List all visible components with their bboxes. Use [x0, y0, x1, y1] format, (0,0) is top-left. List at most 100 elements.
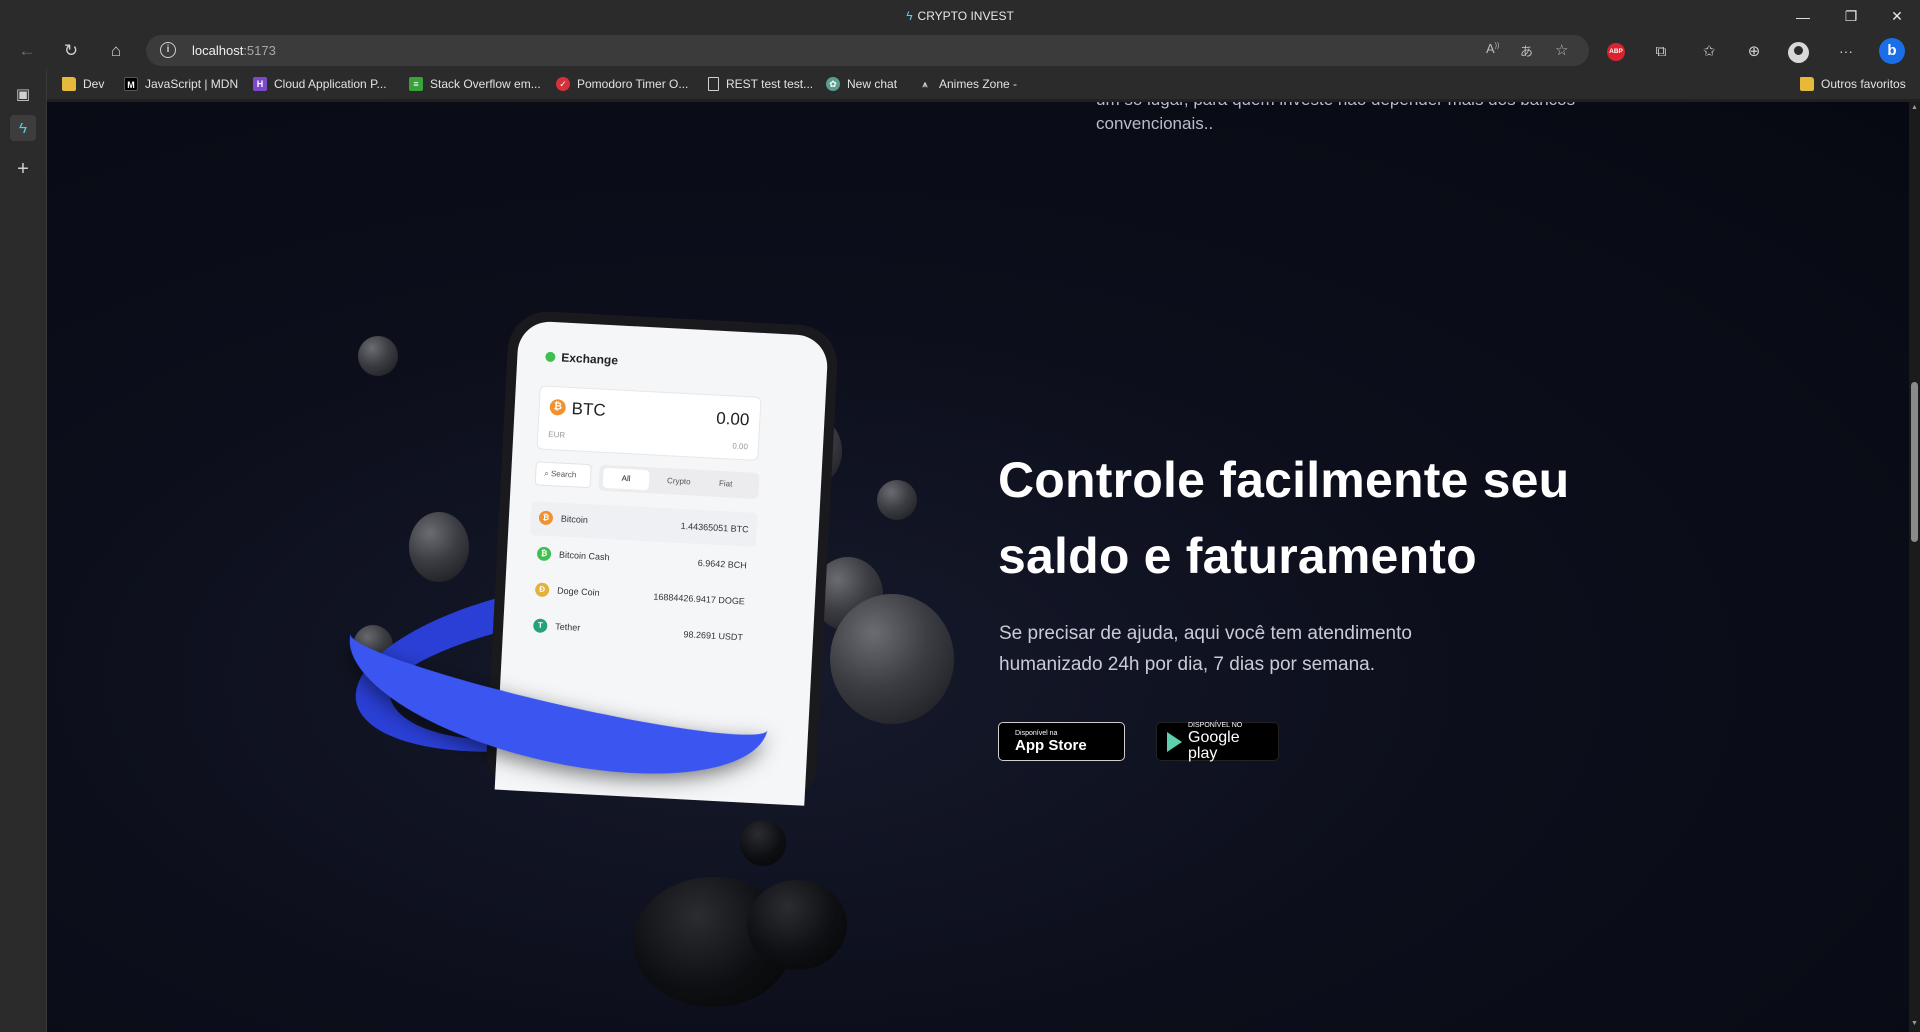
scroll-down-icon[interactable]: ▼: [1911, 1020, 1918, 1027]
mdn-icon: M: [124, 77, 138, 91]
floating-sphere: [813, 557, 883, 631]
scroll-up-icon[interactable]: ▲: [1911, 104, 1918, 111]
bitcoin-icon: ₿: [549, 398, 567, 416]
profile-icon[interactable]: [1788, 42, 1809, 63]
floating-sphere: [353, 625, 393, 667]
app-store-button[interactable]: Disponível na App Store: [998, 722, 1125, 761]
bookmark-cloud-app[interactable]: H Cloud Application P...: [253, 76, 387, 92]
coin-value: 98.2691 USDT: [683, 629, 744, 643]
stackoverflow-icon: ≡: [409, 77, 423, 91]
google-play-label: DISPONÍVEL NO Google play: [1188, 721, 1268, 762]
title-bar: ϟ CRYPTO INVEST — ❐ ✕: [0, 0, 1920, 33]
floating-sphere: [409, 512, 469, 582]
adblock-icon[interactable]: ABP: [1607, 43, 1625, 61]
extensions-icon[interactable]: ⧉: [1649, 39, 1673, 63]
document-icon: [708, 77, 719, 91]
bookmark-pomodoro[interactable]: ✓ Pomodoro Timer O...: [556, 76, 688, 92]
browser-toolbar: ← ↻ ⌂ i localhost:5173 A)) あ ☆ ABP ⧉ ✩ ⊕…: [0, 33, 1920, 69]
folder-icon: [1800, 77, 1814, 91]
floating-sphere: [778, 415, 842, 487]
dogecoin-icon: Ð: [534, 582, 550, 598]
bookmark-dev[interactable]: Dev: [62, 76, 104, 92]
read-aloud-icon[interactable]: A)): [1486, 41, 1499, 56]
scrollbar-thumb[interactable]: [1911, 382, 1918, 542]
collections-icon[interactable]: ⊕: [1742, 39, 1766, 63]
coin-value: 1.44365051 BTC: [680, 520, 749, 535]
balance-symbol: BTC: [571, 399, 607, 420]
phone-search: ⌕ Search: [534, 461, 592, 489]
tab-fiat: Fiat: [718, 478, 733, 489]
home-icon[interactable]: ⌂: [101, 37, 131, 65]
phone-screen: Exchange ₿ BTC 0.00 EUR 0.00 ⌕ Search Al…: [494, 320, 829, 806]
google-play-button[interactable]: DISPONÍVEL NO Google play: [1156, 721, 1279, 762]
floating-sphere: [740, 820, 786, 866]
balance-amount: 0.00: [715, 408, 750, 430]
window-title: ϟ CRYPTO INVEST: [0, 9, 1920, 23]
bookmark-animes-zone[interactable]: ⩚ Animes Zone -: [918, 76, 1017, 92]
pomodoro-icon: ✓: [556, 77, 570, 91]
info-icon[interactable]: i: [160, 42, 176, 58]
bookmark-label: Outros favoritos: [1821, 77, 1906, 91]
bookmark-label: New chat: [847, 77, 898, 91]
address-bar[interactable]: i localhost:5173 A)) あ ☆: [146, 35, 1589, 66]
add-favorite-icon[interactable]: ☆: [1555, 41, 1568, 59]
bookmark-stackoverflow[interactable]: ≡ Stack Overflow em...: [409, 76, 541, 92]
hero-subtitle: Se precisar de ajuda, aqui você tem aten…: [999, 623, 1412, 675]
exchange-logo-icon: [545, 351, 556, 363]
bookmark-other-favorites[interactable]: Outros favoritos: [1800, 76, 1906, 92]
tab-crypto-invest[interactable]: ϟ: [10, 115, 36, 141]
new-tab-icon[interactable]: +: [10, 156, 36, 182]
tether-icon: T: [532, 618, 548, 634]
floating-sphere: [830, 594, 954, 724]
bookmark-label: Animes Zone -: [939, 77, 1018, 91]
favorites-icon[interactable]: ✩: [1697, 39, 1721, 63]
bookmark-new-chat[interactable]: ✿ New chat: [826, 76, 897, 92]
coin-value: 16884426.9417 DOGE: [653, 591, 746, 607]
bookmark-label: JavaScript | MDN: [145, 77, 239, 91]
tab-crypto: Crypto: [666, 476, 691, 487]
phone-filter-tabs: All Crypto Fiat: [598, 464, 760, 499]
minimize-button[interactable]: —: [1780, 0, 1826, 33]
page-scrollbar[interactable]: ▲ ▼: [1909, 102, 1920, 1032]
phone-mockup: Exchange ₿ BTC 0.00 EUR 0.00 ⌕ Search Al…: [459, 309, 840, 898]
bookmark-label: REST test test...: [726, 77, 814, 91]
coin-name: Bitcoin: [560, 513, 589, 526]
heroku-icon: H: [253, 77, 267, 91]
bookmark-label: Stack Overflow em...: [430, 77, 541, 91]
restore-button[interactable]: ❐: [1828, 0, 1874, 33]
tab-actions-icon[interactable]: ▣: [10, 81, 36, 107]
balance-card: ₿ BTC 0.00 EUR 0.00: [536, 385, 762, 461]
coin-name: Bitcoin Cash: [558, 549, 610, 563]
app-store-big-text: App Store: [1015, 737, 1087, 754]
bookmark-label: Pomodoro Timer O...: [577, 77, 689, 91]
url-text[interactable]: localhost:5173: [192, 43, 276, 58]
coin-row: ₿ Bitcoin Cash 6.9642 BCH: [528, 537, 755, 583]
translate-icon[interactable]: あ: [1520, 41, 1533, 60]
bing-icon[interactable]: b: [1879, 38, 1905, 64]
coin-row: T Tether 98.2691 USDT: [524, 609, 751, 655]
google-play-big-text: Google play: [1188, 729, 1240, 762]
bookmark-rest-test[interactable]: REST test test...: [708, 76, 813, 92]
phone-body: Exchange ₿ BTC 0.00 EUR 0.00 ⌕ Search Al…: [484, 309, 840, 807]
google-play-icon: [1167, 731, 1182, 752]
coin-row: ₿ Bitcoin 1.44365051 BTC: [530, 501, 758, 547]
app-store-label: Disponível na App Store: [1015, 729, 1087, 754]
url-port: :5173: [243, 43, 276, 58]
refresh-icon[interactable]: ↻: [56, 37, 86, 65]
back-icon[interactable]: ←: [12, 37, 42, 65]
close-button[interactable]: ✕: [1874, 0, 1920, 33]
site-favicon-icon: ϟ: [19, 119, 27, 137]
blue-ring-back: [342, 549, 784, 781]
more-icon[interactable]: ···: [1834, 39, 1858, 63]
intro-paragraph: um só lugar, para quem investe não depen…: [1096, 102, 1575, 133]
coin-row: Ð Doge Coin 16884426.9417 DOGE: [526, 573, 753, 619]
fiat-amount: 0.00: [732, 441, 749, 452]
url-host: localhost: [192, 43, 244, 58]
dark-blob: [747, 880, 847, 970]
search-icon: ⌕: [544, 468, 552, 479]
bookmark-mdn[interactable]: M JavaScript | MDN: [124, 76, 238, 92]
coin-name: Tether: [555, 621, 581, 633]
window-title-text: CRYPTO INVEST: [917, 9, 1014, 23]
bitcoin-icon: ₿: [538, 510, 554, 526]
bookmarks-bar: Dev M JavaScript | MDN H Cloud Application…: [0, 69, 1920, 99]
